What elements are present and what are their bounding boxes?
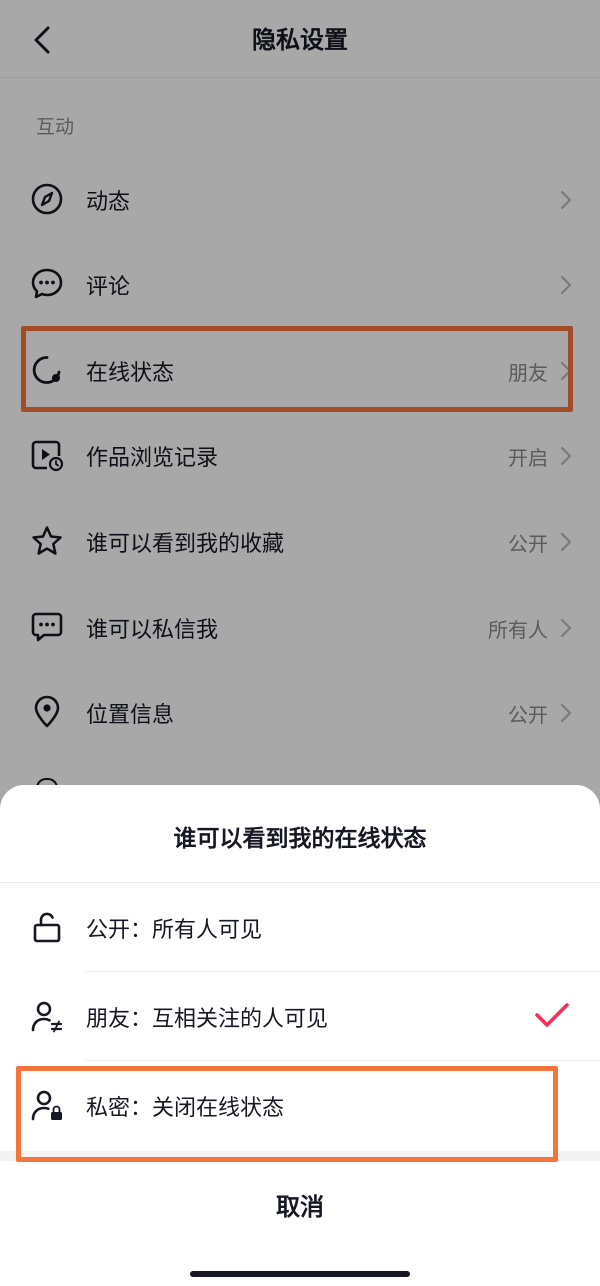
cancel-button[interactable]: 取消	[0, 1161, 600, 1253]
sheet-title: 谁可以看到我的在线状态	[173, 826, 427, 852]
option-label: 公开：所有人可见	[86, 918, 263, 943]
home-indicator	[190, 1271, 410, 1277]
option-public[interactable]: 公开：所有人可见	[0, 883, 600, 972]
option-friends[interactable]: 朋友：互相关注的人可见	[0, 972, 600, 1061]
option-label: 私密：关闭在线状态	[86, 1096, 285, 1121]
user-lock-icon	[31, 1090, 62, 1121]
option-private[interactable]: 私密：关闭在线状态	[0, 1061, 600, 1150]
option-label: 朋友：互相关注的人可见	[86, 1007, 329, 1032]
unlock-icon	[33, 912, 61, 943]
sheet-gap	[0, 1151, 600, 1161]
online-status-bottom-sheet: 谁可以看到我的在线状态 公开：所有人可见 朋友：互相关注的人可见 私密：关闭在线…	[0, 785, 600, 1286]
checkmark-icon	[535, 1003, 569, 1027]
user-mutual-icon	[31, 1001, 63, 1033]
